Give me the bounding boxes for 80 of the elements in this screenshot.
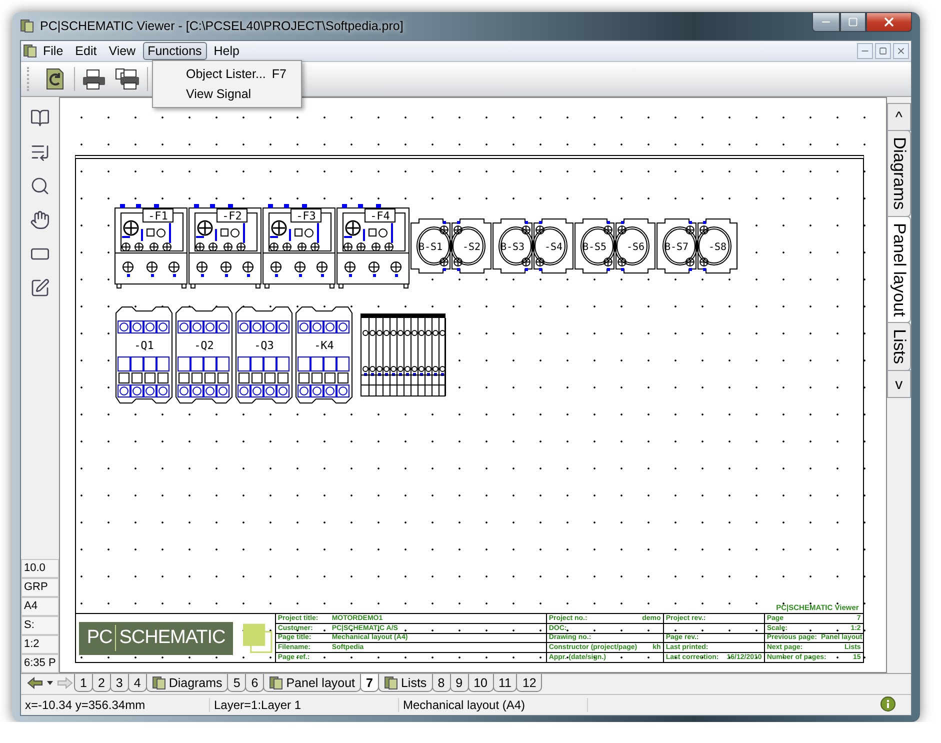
side-tab[interactable]: Panel layout <box>886 216 911 324</box>
close-icon <box>896 46 906 56</box>
close-button[interactable] <box>866 12 912 32</box>
document-stack-icon <box>23 44 37 58</box>
device-label: B-S5 <box>582 242 606 253</box>
pages-printer-icon <box>115 67 141 91</box>
back-button[interactable] <box>25 674 45 692</box>
page-tab[interactable]: 8 <box>432 674 451 692</box>
forward-arrow-icon <box>57 677 73 689</box>
close-icon <box>882 15 896 29</box>
page-tab[interactable]: 4 <box>128 674 147 692</box>
side-tab[interactable]: Lists <box>886 322 911 372</box>
menu-item[interactable]: View <box>104 42 141 60</box>
page-tab[interactable]: 12 <box>516 674 542 692</box>
page-tab[interactable]: 7 <box>360 674 379 692</box>
info-icon <box>879 696 897 714</box>
device-label: B-S3 <box>500 242 524 253</box>
menu-item[interactable]: Help <box>208 42 244 60</box>
page-tab[interactable]: 9 <box>450 674 469 692</box>
menu-item[interactable]: Object Lister... F7 <box>153 64 301 84</box>
printer-icon <box>81 67 107 91</box>
device-label: B-S1 <box>418 242 442 253</box>
minimize-button[interactable] <box>812 12 840 32</box>
restore-button[interactable] <box>875 43 891 59</box>
status-field: x=-10.34 y=356.34mm <box>21 698 210 712</box>
page-tab[interactable]: 10 <box>468 674 494 692</box>
status-indicator: GRP <box>21 578 59 597</box>
restore-icon <box>879 47 887 55</box>
search-icon <box>30 176 50 196</box>
document-stack-icon <box>152 676 166 690</box>
device-label: -S8 <box>708 242 726 253</box>
device-label: -Q3 <box>254 339 274 352</box>
reload-page-icon <box>44 67 66 91</box>
device-label: -S2 <box>462 242 480 253</box>
status-field: Layer=1:Layer 1 <box>210 698 399 712</box>
section-tab[interactable]: Panel layout <box>263 674 362 692</box>
status-indicator: S: <box>21 616 59 635</box>
status-indicator: A4 <box>21 597 59 616</box>
menu-item[interactable]: File <box>38 42 68 60</box>
document-stack-icon <box>384 676 398 690</box>
status-indicator: 1:2 <box>21 635 59 654</box>
maximize-icon <box>848 17 858 27</box>
status-field: Mechanical layout (A4) <box>399 698 588 712</box>
device-label: -F4 <box>370 210 390 222</box>
section-tab[interactable]: Diagrams <box>146 674 228 692</box>
page-tab[interactable]: 3 <box>110 674 129 692</box>
page-tab[interactable]: 1 <box>74 674 93 692</box>
menu-item[interactable]: View Signal <box>153 84 301 104</box>
menu-item[interactable]: Functions <box>142 42 207 60</box>
page-tab[interactable]: 11 <box>492 674 518 692</box>
page-tab[interactable]: 2 <box>92 674 111 692</box>
section-tab[interactable]: Lists <box>378 674 433 692</box>
page-tab[interactable]: 5 <box>227 674 246 692</box>
back-arrow-icon <box>27 677 43 689</box>
device-label: -Q2 <box>194 339 214 352</box>
side-tab[interactable]: Diagrams <box>886 130 911 217</box>
device-label: -Q1 <box>134 339 154 352</box>
status-indicator: 10.0 <box>21 559 59 578</box>
page-tab[interactable]: 6 <box>245 674 264 692</box>
scroll-tab-button[interactable]: v <box>886 370 911 398</box>
maximize-button[interactable] <box>840 12 866 32</box>
device-label: -F2 <box>222 210 242 222</box>
device-label: -K4 <box>314 339 334 352</box>
device-label: -S4 <box>544 242 562 253</box>
device-label: B-S7 <box>664 242 688 253</box>
company-logo: PC SCHEMATIC <box>78 622 234 654</box>
document-stack-icon <box>20 19 34 33</box>
device-label: -F3 <box>296 210 316 222</box>
edit-icon <box>30 278 50 298</box>
window-title: PC|SCHEMATIC Viewer - [C:\PCSEL40\PROJECT\Softpedia.pro] <box>40 19 404 33</box>
scroll-tab-button[interactable]: ^ <box>886 103 911 131</box>
document-stack-icon <box>269 676 284 690</box>
hand-icon <box>30 210 50 230</box>
book-icon <box>30 108 50 128</box>
device-label: -F1 <box>148 210 168 222</box>
device-label: -S6 <box>626 242 644 253</box>
menu-item[interactable]: Edit <box>70 42 102 60</box>
minimize-button[interactable] <box>857 43 873 59</box>
status-indicator: 6:35 P <box>21 654 59 673</box>
caret-icon <box>47 681 53 685</box>
